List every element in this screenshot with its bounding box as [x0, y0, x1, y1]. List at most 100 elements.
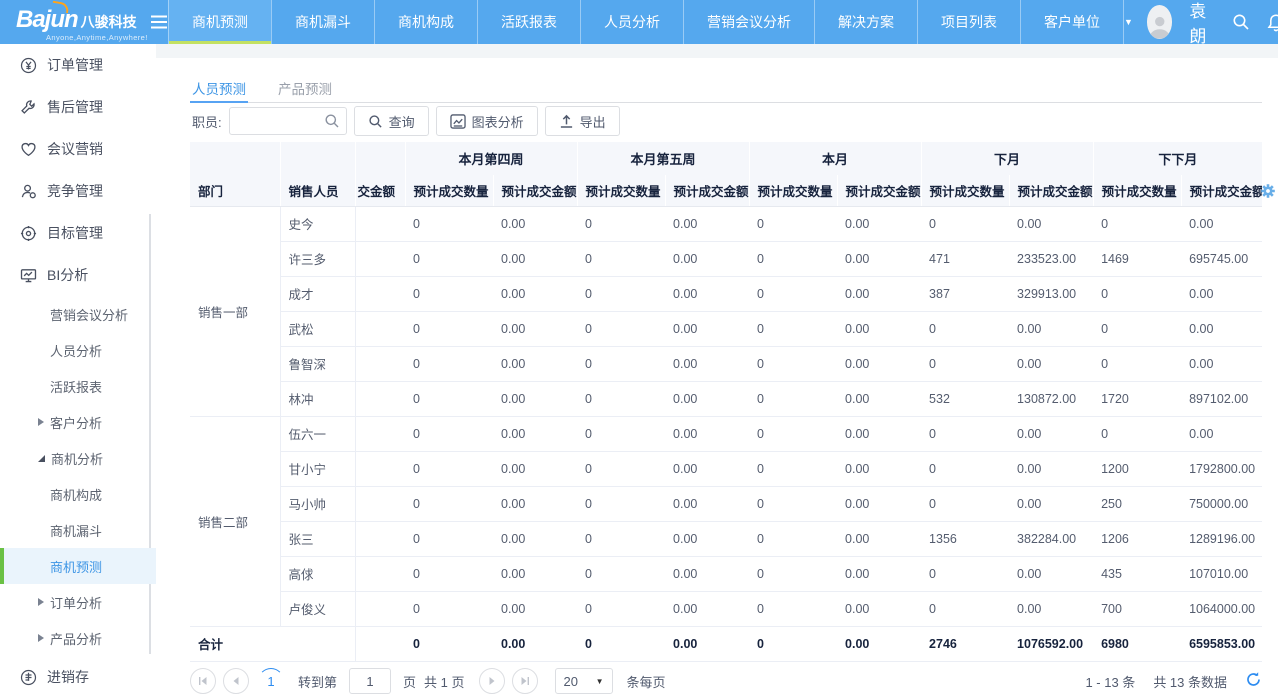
salesperson-cell: 史今 [280, 206, 355, 241]
value-cell: 0.00 [493, 311, 577, 346]
sidebar-item-label: 订单分析 [50, 593, 102, 612]
nav-item-1[interactable]: 商机漏斗 [271, 0, 374, 44]
value-cell: 0 [405, 521, 493, 556]
value-cell: 0 [921, 591, 1009, 626]
sidebar-item-14[interactable]: 订单分析 [0, 584, 156, 620]
value-cell: 387 [921, 276, 1009, 311]
sidebar-item-label: 会议营销 [47, 139, 103, 159]
current-page-button[interactable]: 1 [258, 668, 284, 694]
bell-icon[interactable] [1267, 13, 1278, 32]
total-value-cell: 0 [405, 626, 493, 661]
table-row: 武松00.0000.0000.0000.0000.00 [190, 311, 1262, 346]
nav-item-0[interactable]: 商机预测 [168, 0, 271, 44]
value-cell: 0 [749, 521, 837, 556]
nav-item-4[interactable]: 人员分析 [580, 0, 683, 44]
refresh-icon[interactable] [1245, 671, 1262, 691]
column-header: 预计成交金额 [493, 175, 577, 206]
value-cell: 0 [577, 486, 665, 521]
value-cell: 0 [577, 556, 665, 591]
user-name[interactable]: 袁朗 [1189, 0, 1215, 47]
nav-item-3[interactable]: 活跃报表 [477, 0, 580, 44]
value-cell: 0.00 [493, 591, 577, 626]
sidebar-item-5[interactable]: BI分析 [0, 254, 156, 296]
value-cell: 0 [921, 206, 1009, 241]
nav-dropdown[interactable]: ▼ [1124, 0, 1147, 44]
salesperson-cell: 卢俊义 [280, 591, 355, 626]
brand-logo[interactable]: Bajun 八骏科技 Anyone,Anytime,Anywhere! [0, 0, 150, 44]
tree-collapsed-icon[interactable] [38, 634, 44, 642]
value-cell: 0.00 [1181, 276, 1262, 311]
tree-collapsed-icon[interactable] [38, 598, 44, 606]
sidebar-item-0[interactable]: 订单管理 [0, 44, 156, 86]
search-icon[interactable] [324, 113, 340, 134]
sidebar-item-2[interactable]: 会议营销 [0, 128, 156, 170]
column-header: 销售人员 [280, 175, 355, 206]
value-cell: 0 [921, 556, 1009, 591]
pagination-bar: 1 转到第 页 共 1 页 20 ▼ 条每页 1 - 13 条 共 [190, 662, 1262, 699]
prev-page-button[interactable] [223, 668, 249, 694]
sidebar-item-label: 竞争管理 [47, 181, 103, 201]
sidebar: 订单管理售后管理会议营销竞争管理目标管理BI分析营销会议分析人员分析活跃报表客户… [0, 44, 156, 699]
sidebar-item-16[interactable]: 进销存 [0, 656, 156, 698]
sidebar-item-label: 售后管理 [47, 97, 103, 117]
column-header: 预计成交金额 [1181, 175, 1262, 206]
sidebar-scrollbar[interactable] [149, 214, 151, 654]
nav-item-6[interactable]: 解决方案 [814, 0, 917, 44]
brand-tagline: Anyone,Anytime,Anywhere! [46, 33, 140, 42]
value-cell: 0.00 [837, 486, 921, 521]
page-size-select[interactable]: 20 ▼ [555, 668, 613, 694]
sidebar-item-8[interactable]: 活跃报表 [0, 368, 156, 404]
tree-collapsed-icon[interactable] [38, 418, 44, 426]
clipped-amount-cell [355, 486, 405, 521]
nav-item-2[interactable]: 商机构成 [374, 0, 477, 44]
last-page-button[interactable] [512, 668, 538, 694]
tree-expanded-icon[interactable] [38, 455, 45, 462]
sidebar-item-7[interactable]: 人员分析 [0, 332, 156, 368]
export-button[interactable]: 导出 [545, 106, 620, 136]
sidebar-item-12[interactable]: 商机漏斗 [0, 512, 156, 548]
group-header-3: 下月 [921, 142, 1093, 175]
sidebar-item-4[interactable]: 目标管理 [0, 212, 156, 254]
value-cell: 0.00 [665, 311, 749, 346]
value-cell: 0 [749, 591, 837, 626]
first-page-button[interactable] [190, 668, 216, 694]
sidebar-item-6[interactable]: 营销会议分析 [0, 296, 156, 332]
total-value-cell: 6980 [1093, 626, 1181, 661]
salesperson-cell: 鲁智深 [280, 346, 355, 381]
search-icon[interactable] [1232, 13, 1250, 31]
sidebar-item-label: 进销存 [47, 667, 89, 687]
sidebar-item-11[interactable]: 商机构成 [0, 476, 156, 512]
chart-analysis-button[interactable]: 图表分析 [436, 106, 538, 136]
nav-item-8[interactable]: 客户单位 [1020, 0, 1124, 44]
column-settings-gear-icon[interactable] [1260, 183, 1276, 204]
value-cell: 0.00 [837, 346, 921, 381]
value-cell: 0.00 [493, 556, 577, 591]
clipped-amount-cell [355, 521, 405, 556]
main-area: 订单管理售后管理会议营销竞争管理目标管理BI分析营销会议分析人员分析活跃报表客户… [0, 44, 1278, 699]
sidebar-item-13[interactable]: 商机预测 [0, 548, 156, 584]
sidebar-item-15[interactable]: 产品分析 [0, 620, 156, 656]
total-count-text: 共 13 条数据 [1153, 672, 1227, 691]
tab-product-forecast[interactable]: 产品预测 [276, 75, 334, 102]
sidebar-item-10[interactable]: 商机分析 [0, 440, 156, 476]
value-cell: 0 [749, 486, 837, 521]
table-row: 许三多00.0000.0000.00471233523.001469695745… [190, 241, 1262, 276]
sidebar-item-1[interactable]: 售后管理 [0, 86, 156, 128]
avatar[interactable] [1147, 5, 1173, 39]
value-cell: 0 [405, 486, 493, 521]
tab-personnel-forecast[interactable]: 人员预测 [190, 75, 248, 103]
value-cell: 0 [405, 556, 493, 591]
value-cell: 897102.00 [1181, 381, 1262, 416]
hamburger-menu-icon[interactable] [150, 0, 168, 44]
meeting-marketing-icon [20, 141, 37, 158]
nav-item-7[interactable]: 项目列表 [917, 0, 1020, 44]
total-value-cell: 0.00 [493, 626, 577, 661]
query-button[interactable]: 查询 [354, 106, 429, 136]
sidebar-item-3[interactable]: 竞争管理 [0, 170, 156, 212]
clipped-amount-cell [355, 311, 405, 346]
column-header: 部门 [190, 175, 280, 206]
nav-item-5[interactable]: 营销会议分析 [683, 0, 814, 44]
sidebar-item-9[interactable]: 客户分析 [0, 404, 156, 440]
next-page-button[interactable] [479, 668, 505, 694]
goto-page-input[interactable] [349, 668, 391, 694]
